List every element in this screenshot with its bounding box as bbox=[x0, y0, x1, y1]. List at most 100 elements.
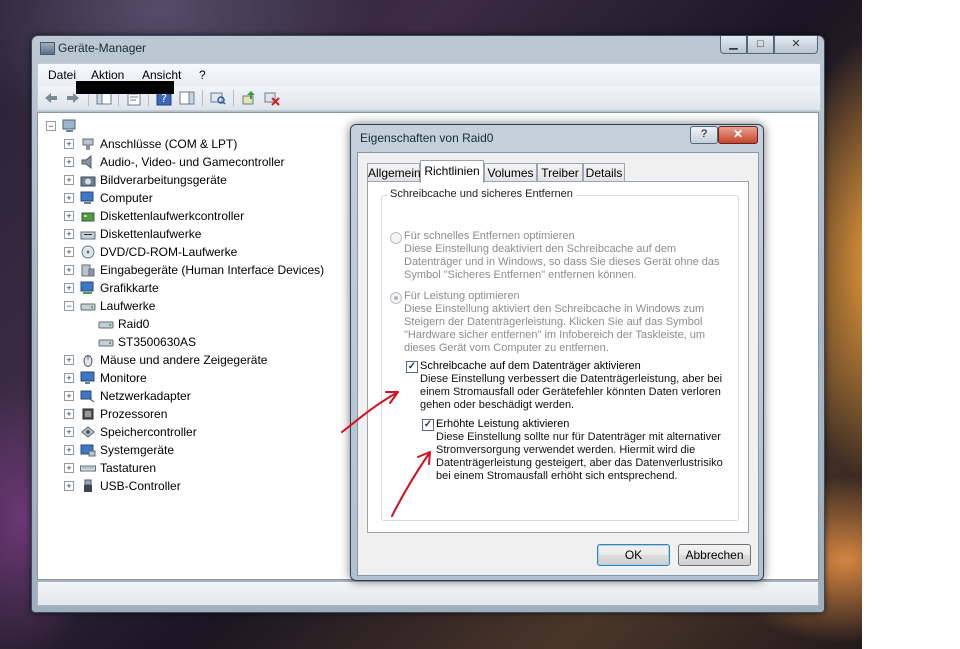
tree-category-label: Systemgeräte bbox=[100, 443, 175, 457]
tree-category-label: DVD/CD-ROM-Laufwerke bbox=[100, 245, 238, 259]
expand-toggle[interactable]: + bbox=[64, 373, 74, 383]
tree-category-label: Anschlüsse (COM & LPT) bbox=[100, 137, 238, 151]
tree-category[interactable]: + Speichercontroller bbox=[64, 423, 197, 441]
tree-category[interactable]: + Anschlüsse (COM & LPT) bbox=[64, 135, 237, 153]
storage-controller-icon bbox=[81, 426, 95, 438]
expand-toggle[interactable]: + bbox=[64, 211, 74, 221]
show-hide-action-pane-icon[interactable] bbox=[179, 90, 195, 106]
window-title: Geräte-Manager bbox=[58, 41, 147, 55]
usb-icon bbox=[84, 479, 92, 492]
tree-category[interactable]: + Computer bbox=[64, 189, 153, 207]
minimize-button[interactable]: ▁ bbox=[720, 36, 747, 54]
scan-hardware-icon[interactable] bbox=[210, 90, 226, 106]
expand-toggle[interactable]: + bbox=[64, 265, 74, 275]
menu-action[interactable]: Aktion bbox=[91, 68, 124, 82]
tab-details[interactable]: Details bbox=[583, 163, 625, 182]
tree-category[interactable]: + Mäuse und andere Zeigegeräte bbox=[64, 351, 267, 369]
tree-category[interactable]: + Monitore bbox=[64, 369, 147, 387]
uninstall-device-icon[interactable] bbox=[264, 90, 280, 106]
tree-category-label: USB-Controller bbox=[100, 479, 181, 493]
redaction-bar bbox=[76, 81, 174, 94]
tree-device[interactable]: ST3500630AS bbox=[98, 333, 196, 351]
cancel-button[interactable]: Abbrechen bbox=[678, 544, 751, 566]
expand-toggle[interactable]: + bbox=[64, 463, 74, 473]
performance-radio[interactable] bbox=[390, 292, 402, 304]
tree-category[interactable]: + USB-Controller bbox=[64, 477, 181, 495]
expand-toggle[interactable]: + bbox=[64, 193, 74, 203]
menu-view[interactable]: Ansicht bbox=[142, 68, 181, 82]
maximize-button[interactable]: □ bbox=[747, 36, 774, 54]
tab-volumes[interactable]: Volumes bbox=[484, 163, 537, 182]
write-cache-description: Diese Einstellung verbessert die Datentr… bbox=[420, 373, 723, 411]
advanced-performance-description: Diese Einstellung sollte nur für Datentr… bbox=[436, 431, 723, 482]
disk-drive-icon bbox=[98, 321, 114, 329]
floppy-drive-icon bbox=[80, 231, 96, 240]
tree-category[interactable]: + Prozessoren bbox=[64, 405, 167, 423]
speaker-icon bbox=[81, 155, 92, 169]
properties-dialog: Eigenschaften von Raid0 ? ✕ Allgemein Ri… bbox=[350, 124, 764, 581]
expand-toggle[interactable]: + bbox=[64, 157, 74, 167]
close-button[interactable]: ✕ bbox=[774, 36, 818, 54]
tree-category[interactable]: + Netzwerkadapter bbox=[64, 387, 191, 405]
expand-toggle[interactable]: + bbox=[64, 427, 74, 437]
tree-category-label: Diskettenlaufwerkcontroller bbox=[100, 209, 245, 223]
system-devices-icon bbox=[80, 444, 96, 457]
tree-category[interactable]: + DVD/CD-ROM-Laufwerke bbox=[64, 243, 237, 261]
tree-category[interactable]: + Audio-, Video- und Gamecontroller bbox=[64, 153, 285, 171]
update-driver-icon[interactable] bbox=[241, 90, 257, 106]
write-cache-group: Schreibcache und sicheres Entfernen Für … bbox=[381, 188, 739, 521]
display-adapter-icon bbox=[80, 281, 94, 294]
dialog-title: Eigenschaften von Raid0 bbox=[360, 131, 494, 145]
tree-category[interactable]: + Tastaturen bbox=[64, 459, 156, 477]
processor-icon bbox=[82, 408, 94, 420]
expand-toggle[interactable]: + bbox=[64, 247, 74, 257]
write-cache-checkbox[interactable]: ✓ bbox=[406, 361, 418, 373]
performance-label: Für Leistung optimieren bbox=[404, 290, 520, 302]
tree-category[interactable]: + Diskettenlaufwerke bbox=[64, 225, 201, 243]
tab-driver[interactable]: Treiber bbox=[537, 163, 583, 182]
menu-help[interactable]: ? bbox=[199, 68, 206, 82]
expand-toggle[interactable]: + bbox=[64, 481, 74, 491]
expand-toggle[interactable]: + bbox=[64, 229, 74, 239]
expand-toggle[interactable]: + bbox=[64, 175, 74, 185]
tab-general[interactable]: Allgemein bbox=[367, 163, 421, 182]
expand-toggle[interactable]: + bbox=[64, 391, 74, 401]
tree-category[interactable]: + Systemgeräte bbox=[64, 441, 174, 459]
dialog-close-button[interactable]: ✕ bbox=[718, 126, 758, 144]
dialog-help-button[interactable]: ? bbox=[690, 126, 718, 144]
tree-category[interactable]: + Grafikkarte bbox=[64, 279, 159, 297]
tree-root[interactable]: − bbox=[46, 117, 82, 135]
tree-category-label: Netzwerkadapter bbox=[100, 389, 191, 403]
network-adapter-icon bbox=[80, 390, 95, 403]
tree-category[interactable]: − Laufwerke bbox=[64, 297, 155, 315]
expand-toggle[interactable]: + bbox=[64, 409, 74, 419]
tree-category-label: Tastaturen bbox=[100, 461, 157, 475]
collapse-toggle[interactable]: − bbox=[64, 301, 74, 311]
tree-category-label: Prozessoren bbox=[100, 407, 168, 421]
tree-category[interactable]: + Eingabegeräte (Human Interface Devices) bbox=[64, 261, 324, 279]
tree-category[interactable]: + Diskettenlaufwerkcontroller bbox=[64, 207, 244, 225]
policies-panel: Schreibcache und sicheres Entfernen Für … bbox=[367, 181, 749, 533]
tree-category-label: Speichercontroller bbox=[100, 425, 197, 439]
tree-category-label: Diskettenlaufwerke bbox=[100, 227, 202, 241]
disk-drive-icon bbox=[98, 339, 114, 347]
tree-device[interactable]: Raid0 bbox=[98, 315, 149, 333]
tree-category-label: Mäuse und andere Zeigegeräte bbox=[100, 353, 268, 367]
quick-removal-radio[interactable] bbox=[390, 232, 402, 244]
expand-toggle[interactable]: + bbox=[64, 139, 74, 149]
tree-category[interactable]: + Bildverarbeitungsgeräte bbox=[64, 171, 227, 189]
back-arrow-icon[interactable] bbox=[43, 90, 59, 106]
tab-policies[interactable]: Richtlinien bbox=[420, 160, 484, 183]
ok-button[interactable]: OK bbox=[597, 544, 670, 566]
expand-toggle[interactable]: + bbox=[64, 445, 74, 455]
expand-toggle[interactable]: + bbox=[64, 355, 74, 365]
status-bar bbox=[37, 581, 819, 606]
advanced-performance-checkbox[interactable]: ✓ bbox=[422, 419, 434, 431]
quick-removal-description: Diese Einstellung deaktiviert den Schrei… bbox=[404, 243, 720, 281]
quick-removal-label: Für schnelles Entfernen optimieren bbox=[404, 230, 575, 242]
expand-toggle[interactable]: + bbox=[64, 283, 74, 293]
tree-category-label: Audio-, Video- und Gamecontroller bbox=[100, 155, 285, 169]
caption-buttons: ▁ □ ✕ bbox=[720, 36, 818, 54]
collapse-toggle[interactable]: − bbox=[46, 121, 56, 131]
menu-file[interactable]: Datei bbox=[48, 68, 76, 82]
